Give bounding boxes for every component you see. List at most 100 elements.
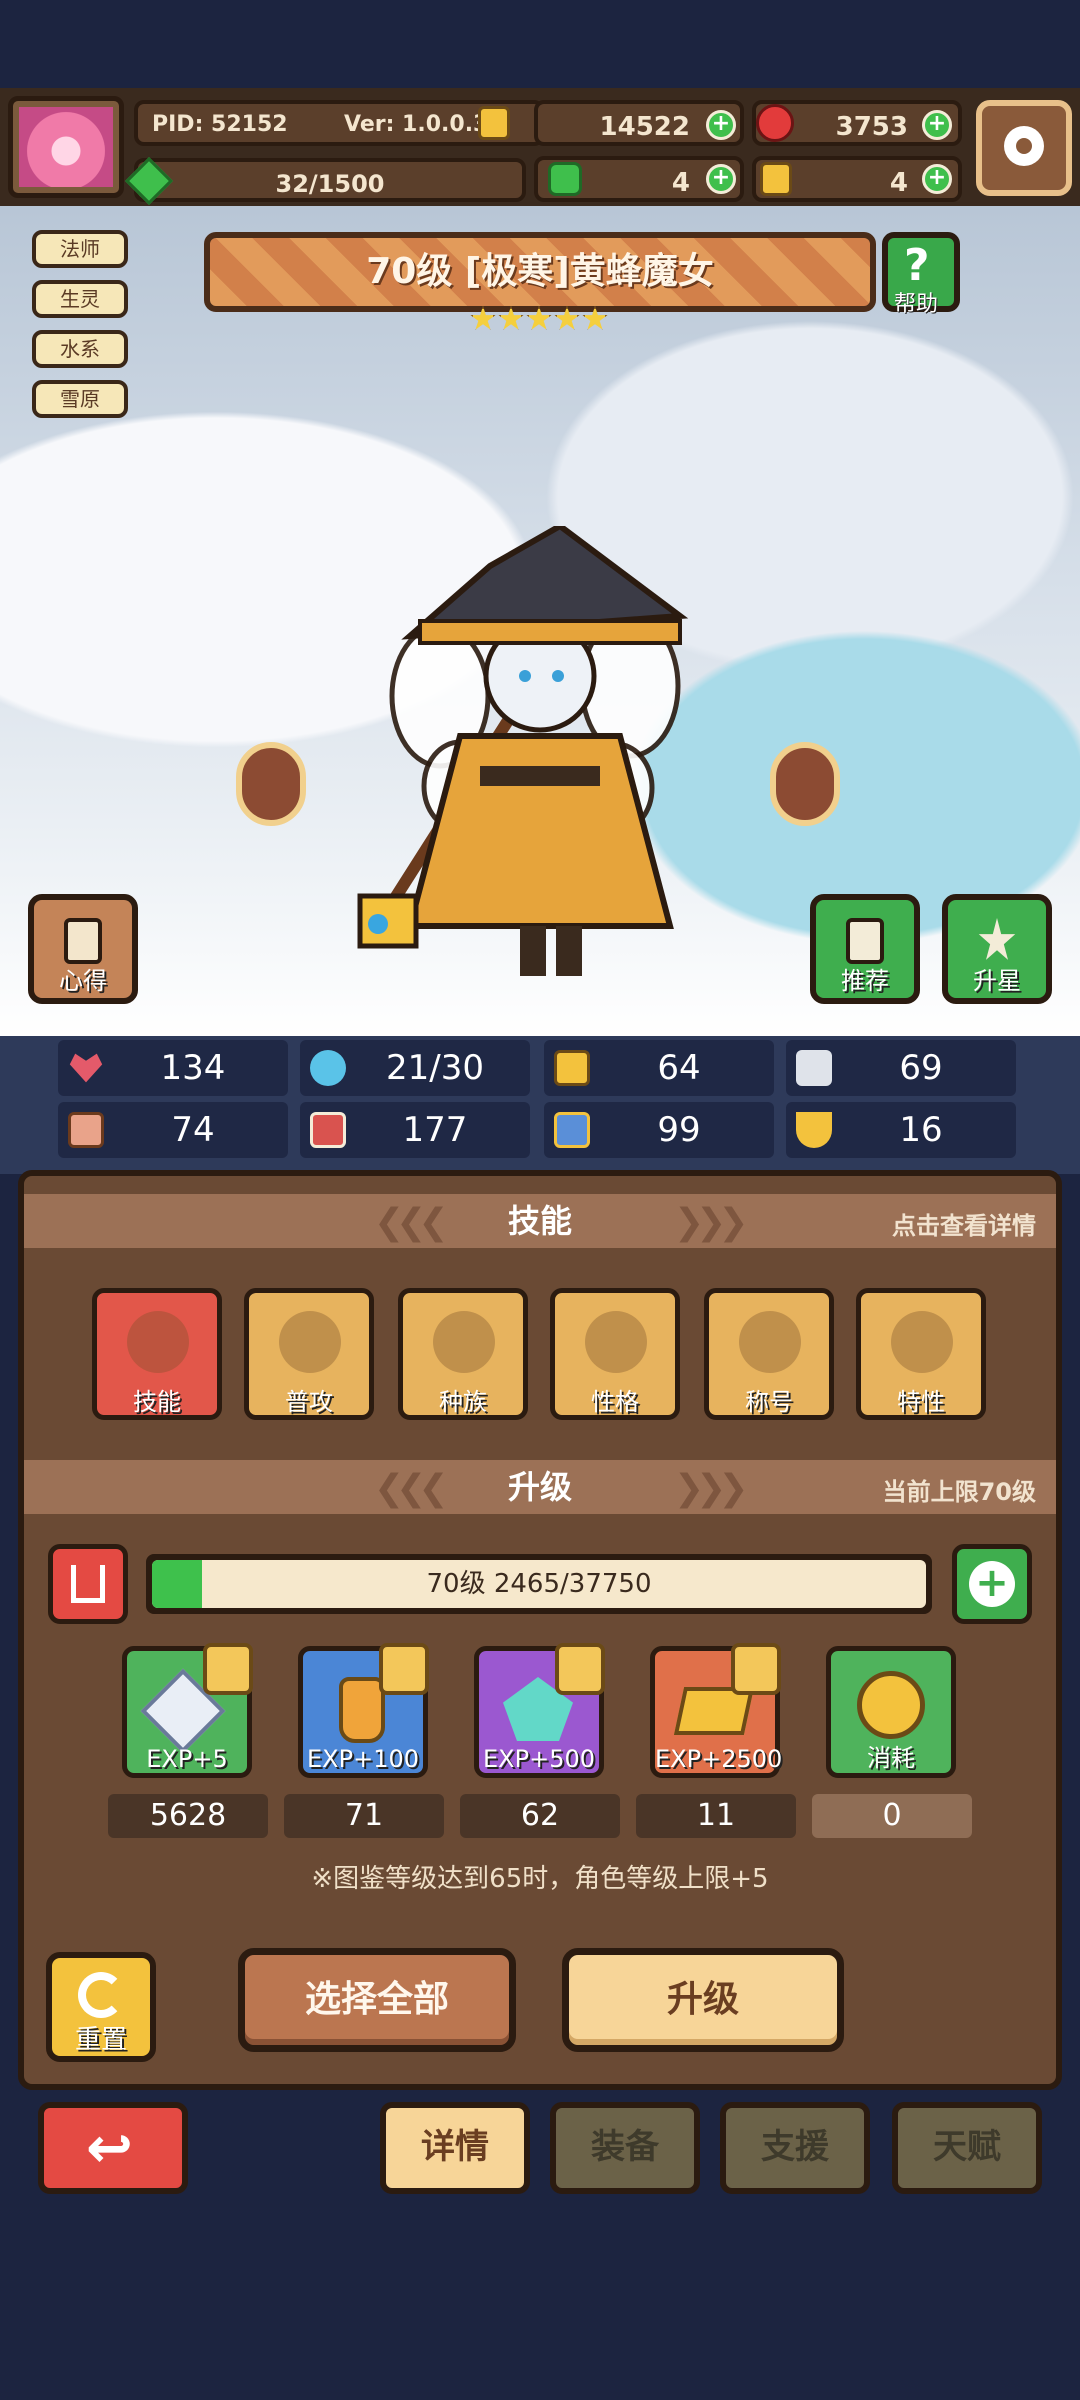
skills-hint: 点击查看详情 xyxy=(892,1212,1036,1240)
ghost-icon xyxy=(739,1311,801,1373)
gold-value: 14522 xyxy=(599,112,690,142)
star-icon xyxy=(526,306,552,330)
star-icon xyxy=(554,306,580,330)
stat-hp: 134 xyxy=(58,1040,288,1096)
help-button[interactable]: ? 帮助 xyxy=(882,232,960,317)
stat-luck: 16 xyxy=(786,1102,1016,1158)
skill-label: 特性 xyxy=(897,1388,945,1416)
upgrade-button[interactable]: 升级 xyxy=(562,1948,844,2052)
reset-button[interactable]: 重置 xyxy=(46,1952,156,2062)
skill-label: 技能 xyxy=(133,1388,181,1416)
skill-slot-skill[interactable]: 技能 xyxy=(92,1288,222,1420)
recommend-label: 推荐 xyxy=(841,967,889,995)
ghost-icon xyxy=(891,1311,953,1373)
gold-coin-icon xyxy=(857,1671,925,1739)
key-value: 4 xyxy=(889,168,908,198)
exp-item-count: 62 xyxy=(460,1794,620,1838)
stat-mana: 21/30 xyxy=(300,1040,530,1096)
back-arrow-icon: ↩ xyxy=(86,2116,133,2181)
previous-character-button[interactable] xyxy=(236,742,306,826)
select-all-button[interactable]: 选择全部 xyxy=(238,1948,516,2052)
skill-label: 种族 xyxy=(439,1388,487,1416)
clover-icon xyxy=(548,162,582,196)
exp-item-medium[interactable]: EXP+100 xyxy=(298,1643,429,1778)
gem-icon xyxy=(756,104,794,142)
stat-magic-value: 177 xyxy=(402,1110,468,1150)
fist-icon xyxy=(68,1112,104,1148)
player-avatar[interactable] xyxy=(8,96,124,198)
add-gem-button[interactable]: + xyxy=(922,110,952,140)
skills-header[interactable]: ❮❮❮ ❯❯❯ 技能 点击查看详情 xyxy=(24,1194,1056,1248)
skill-slot-title[interactable]: 称号 xyxy=(704,1288,834,1420)
badge-icon xyxy=(555,1643,605,1695)
cost-label: 消耗 xyxy=(867,1744,915,1772)
tab-equipment[interactable]: 装备 xyxy=(550,2102,700,2194)
stat-magic-defense: 99 xyxy=(544,1102,774,1158)
notes-icon xyxy=(64,918,102,964)
exp-item-count: 71 xyxy=(284,1794,444,1838)
level-progress-text: 70级 2465/37750 xyxy=(426,1569,652,1599)
stat-attack-value: 74 xyxy=(171,1110,215,1150)
horseshoe-icon xyxy=(796,1112,832,1148)
tab-talent[interactable]: 天赋 xyxy=(892,2102,1042,2194)
heart-icon xyxy=(69,1053,103,1083)
recommend-button[interactable]: 推荐 xyxy=(810,894,920,1004)
tag-region: 雪原 xyxy=(32,380,128,418)
help-label: 帮助 xyxy=(894,292,939,317)
upgrade-header: ❮❮❮ ❯❯❯ 升级 当前上限70级 xyxy=(24,1460,1056,1514)
exp-item-huge[interactable]: EXP+2500 xyxy=(650,1643,783,1778)
exp-item-large[interactable]: EXP+500 xyxy=(474,1643,605,1778)
exp-item-count: 5628 xyxy=(108,1794,268,1838)
skill-label: 称号 xyxy=(745,1388,793,1416)
add-gold-button[interactable]: + xyxy=(706,110,736,140)
stat-attack: 74 xyxy=(58,1102,288,1158)
book-icon xyxy=(310,1112,346,1148)
downgrade-button[interactable] xyxy=(48,1544,128,1624)
shield-icon xyxy=(554,1050,590,1086)
tab-support[interactable]: 支援 xyxy=(720,2102,870,2194)
refresh-icon xyxy=(78,1972,124,2018)
stat-luck-value: 16 xyxy=(899,1110,943,1150)
star-icon xyxy=(470,306,496,330)
level-cap-note: ※图鉴等级达到65时，角色等级上限+5 xyxy=(311,1864,769,1894)
stat-speed-value: 69 xyxy=(899,1048,943,1088)
exp-item-label: EXP+100 xyxy=(307,1745,419,1773)
skill-slot-personality[interactable]: 性格 xyxy=(550,1288,680,1420)
back-button[interactable]: ↩ xyxy=(38,2102,188,2194)
skill-slot-attack[interactable]: 普攻 xyxy=(244,1288,374,1420)
next-character-button[interactable] xyxy=(770,742,840,826)
gold-cost-value: 0 xyxy=(812,1794,972,1838)
gold-cost-item: 消耗 xyxy=(826,1646,956,1778)
notes-label: 心得 xyxy=(59,967,107,995)
star-icon xyxy=(582,306,608,330)
tag-element: 水系 xyxy=(32,330,128,368)
skill-slot-race[interactable]: 种族 xyxy=(398,1288,528,1420)
settings-gear-icon[interactable] xyxy=(976,100,1072,196)
stat-hp-value: 134 xyxy=(160,1048,226,1088)
thumbs-up-icon xyxy=(846,918,884,964)
download-icon xyxy=(71,1565,105,1603)
tab-details[interactable]: 详情 xyxy=(380,2102,530,2194)
stat-speed: 69 xyxy=(786,1040,1016,1096)
plus-icon: + xyxy=(969,1561,1015,1607)
clover-value: 4 xyxy=(671,168,690,198)
star-up-button[interactable]: 升星 xyxy=(942,894,1052,1004)
character-sprite xyxy=(357,526,689,976)
boot-icon xyxy=(796,1050,832,1086)
key-icon xyxy=(760,162,792,196)
exp-item-count: 11 xyxy=(636,1794,796,1838)
level-progress-bar: 70级 2465/37750 xyxy=(146,1554,932,1614)
exp-item-small[interactable]: EXP+5 xyxy=(122,1643,253,1778)
tag-type: 生灵 xyxy=(32,280,128,318)
ghost-icon xyxy=(585,1311,647,1373)
skill-icon xyxy=(127,1311,189,1373)
character-title-bar: 70级 [极寒]黄蜂魔女 xyxy=(204,232,876,312)
star-icon xyxy=(498,306,524,330)
add-exp-button[interactable]: + xyxy=(952,1544,1032,1624)
question-icon: ? xyxy=(904,240,930,291)
exp-item-label: EXP+2500 xyxy=(655,1745,783,1773)
add-key-button[interactable]: + xyxy=(922,164,952,194)
notes-button[interactable]: 心得 xyxy=(28,894,138,1004)
skill-slot-trait[interactable]: 特性 xyxy=(856,1288,986,1420)
add-clover-button[interactable]: + xyxy=(706,164,736,194)
